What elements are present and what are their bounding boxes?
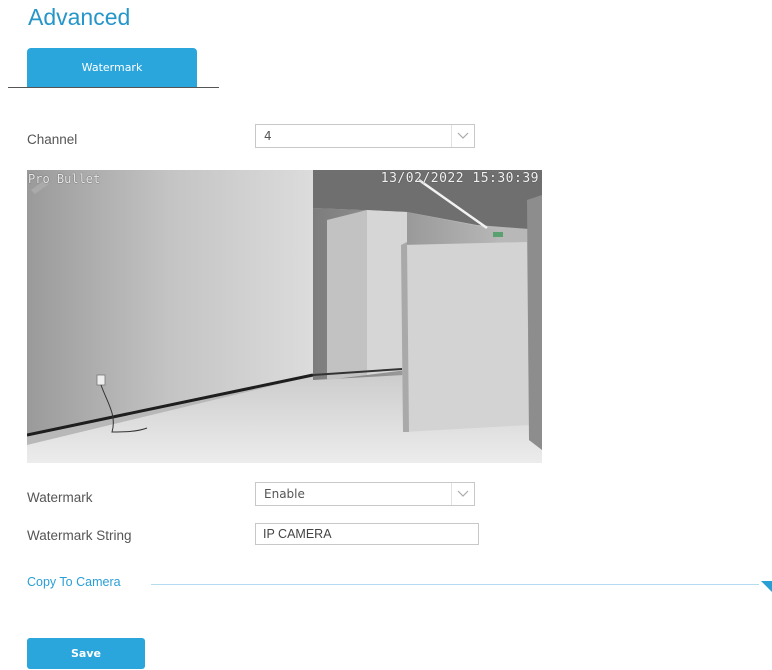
watermark-string-input[interactable] bbox=[255, 523, 479, 545]
watermark-label: Watermark bbox=[27, 490, 93, 505]
osd-timestamp: 13/02/2022 15:30:39 bbox=[380, 171, 539, 186]
watermark-string-label: Watermark String bbox=[27, 528, 132, 543]
chevron-down-icon[interactable] bbox=[451, 125, 474, 147]
watermark-value: Enable bbox=[264, 487, 305, 501]
channel-select[interactable]: 4 bbox=[255, 124, 475, 148]
channel-value: 4 bbox=[264, 129, 272, 143]
copy-to-camera-link[interactable]: Copy To Camera bbox=[27, 575, 121, 589]
tab-watermark[interactable]: Watermark bbox=[27, 48, 197, 87]
copy-to-camera-section: Copy To Camera bbox=[27, 575, 772, 595]
channel-label: Channel bbox=[27, 132, 78, 147]
camera-preview-image bbox=[27, 170, 542, 463]
tab-underline bbox=[8, 87, 219, 88]
divider bbox=[151, 584, 759, 585]
save-button[interactable]: Save bbox=[27, 638, 145, 669]
watermark-select[interactable]: Enable bbox=[255, 482, 475, 506]
osd-camera-name: Pro Bullet bbox=[28, 172, 101, 186]
camera-preview: Pro Bullet 13/02/2022 15:30:39 bbox=[27, 170, 542, 463]
chevron-down-icon[interactable] bbox=[451, 483, 474, 505]
page-title: Advanced bbox=[28, 4, 131, 30]
expand-triangle-icon[interactable] bbox=[761, 577, 772, 592]
